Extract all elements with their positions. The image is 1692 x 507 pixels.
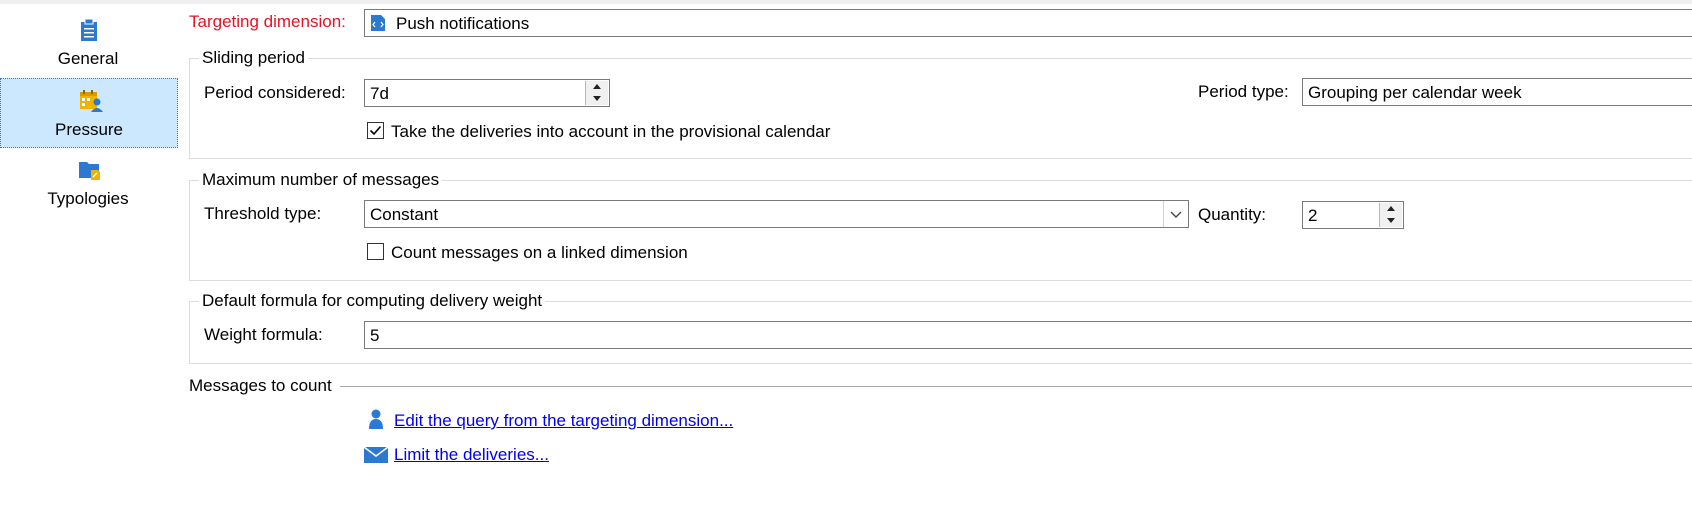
threshold-type-dropdown[interactable]: Constant: [364, 200, 1189, 228]
sidebar-item-label: General: [57, 49, 119, 68]
weight-legend: Default formula for computing delivery w…: [199, 291, 546, 311]
limit-deliveries-link[interactable]: Limit the deliveries...: [394, 445, 549, 465]
envelope-icon: [363, 446, 389, 463]
sidebar-item-general[interactable]: General: [0, 8, 176, 76]
push-notification-icon: [371, 15, 385, 31]
messages-to-count-heading: Messages to count: [189, 376, 332, 395]
sidebar-item-label: Pressure: [54, 120, 124, 139]
section-divider: [340, 386, 1692, 387]
sliding-period-legend: Sliding period: [199, 48, 309, 68]
spin-down-button[interactable]: [586, 93, 608, 105]
arrow-up-icon: [593, 84, 601, 89]
weight-formula-label: Weight formula:: [204, 325, 323, 344]
sidebar-item-pressure[interactable]: Pressure: [0, 78, 178, 148]
provisional-calendar-label: Take the deliveries into account in the …: [391, 122, 831, 141]
sidebar: General Pressure Typologies: [0, 4, 178, 507]
sliding-period-group: [189, 58, 1692, 159]
period-type-label: Period type:: [1198, 82, 1289, 101]
sidebar-item-label: Typologies: [47, 189, 129, 208]
quantity-value: 2: [1308, 206, 1318, 225]
user-icon: [368, 409, 384, 429]
dropdown-arrow-button[interactable]: [1163, 201, 1188, 227]
top-strip: [0, 0, 1692, 4]
folder-typology-icon: [78, 158, 100, 182]
arrow-down-icon: [1387, 218, 1395, 223]
spin-down-button[interactable]: [1380, 215, 1402, 227]
clipboard-icon: [78, 18, 100, 42]
max-messages-group: [189, 180, 1692, 281]
linked-dimension-checkbox[interactable]: [367, 243, 384, 260]
period-considered-value: 7d: [370, 84, 389, 103]
weight-formula-input[interactable]: 5: [364, 321, 1692, 349]
period-type-value: Grouping per calendar week: [1308, 83, 1522, 102]
arrow-up-icon: [1387, 206, 1395, 211]
threshold-type-value: Constant: [370, 205, 439, 224]
quantity-stepper[interactable]: 2: [1302, 201, 1404, 229]
targeting-dimension-field[interactable]: Push notifications: [364, 9, 1692, 37]
provisional-calendar-checkbox[interactable]: [367, 122, 384, 139]
weight-formula-value: 5: [370, 326, 380, 345]
period-considered-label: Period considered:: [204, 83, 346, 102]
arrow-down-icon: [593, 96, 601, 101]
quantity-spinner[interactable]: [1379, 203, 1402, 227]
calendar-user-icon: [79, 89, 103, 113]
period-type-select[interactable]: Grouping per calendar week: [1302, 78, 1692, 106]
chevron-down-icon: [1170, 211, 1182, 218]
period-considered-spinner[interactable]: [585, 81, 608, 105]
edit-query-link[interactable]: Edit the query from the targeting dimens…: [394, 411, 733, 431]
quantity-label: Quantity:: [1198, 205, 1267, 224]
linked-dimension-label: Count messages on a linked dimension: [391, 243, 688, 262]
targeting-dimension-label: Targeting dimension:: [189, 12, 346, 31]
threshold-type-label: Threshold type:: [204, 204, 322, 223]
period-considered-input[interactable]: 7d: [364, 79, 610, 107]
checkmark-icon: [369, 125, 382, 136]
max-messages-legend: Maximum number of messages: [199, 170, 443, 190]
targeting-dimension-value: Push notifications: [396, 14, 530, 33]
sidebar-item-typologies[interactable]: Typologies: [0, 148, 176, 216]
